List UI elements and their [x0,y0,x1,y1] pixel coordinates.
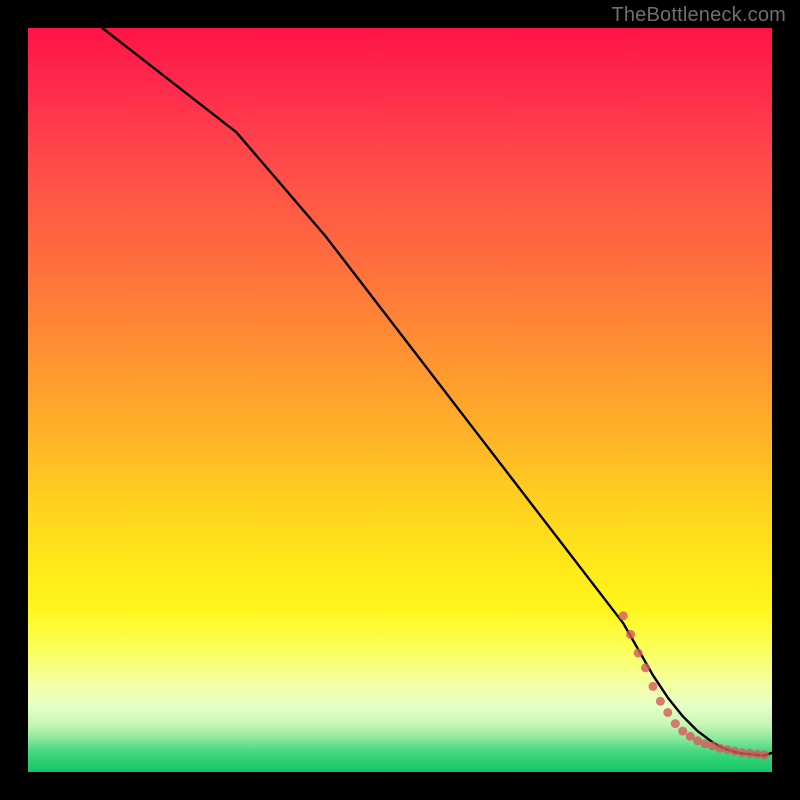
bottleneck-curve [102,28,772,756]
plot-frame [28,28,772,772]
marker-group [619,611,769,759]
marker-point [730,747,739,756]
marker-point [715,744,724,753]
marker-point [626,630,635,639]
watermark-text: TheBottleneck.com [611,4,786,27]
chart-stage: TheBottleneck.com [0,0,800,800]
marker-point [671,719,680,728]
marker-point [641,663,650,672]
marker-point [678,727,687,736]
marker-point [649,682,658,691]
marker-point [760,750,769,759]
marker-point [723,745,732,754]
plot-overlay [28,28,772,772]
marker-point [663,708,672,717]
marker-point [656,697,665,706]
marker-point [619,611,628,620]
marker-point [634,649,643,658]
